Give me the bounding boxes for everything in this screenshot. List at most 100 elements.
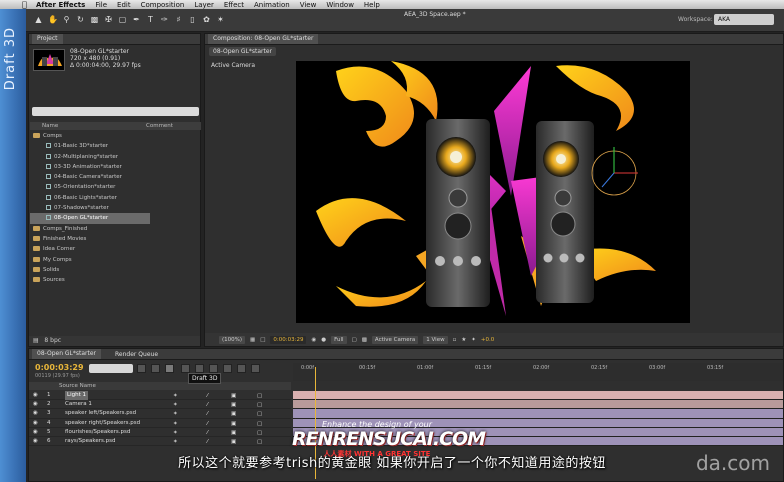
- layer-name[interactable]: Camera 1: [65, 400, 92, 409]
- rectangle-tool-icon[interactable]: ▢: [118, 15, 127, 24]
- project-folder-item[interactable]: Idea Corner: [30, 244, 201, 254]
- menu-effect[interactable]: Effect: [224, 1, 244, 9]
- menu-animation[interactable]: Animation: [254, 1, 290, 9]
- layer-row[interactable]: ◉ 5 flourishes/Speakers.psd ✶ ⁄ ▣ ▢: [29, 428, 291, 437]
- type-tool-icon[interactable]: T: [146, 15, 155, 24]
- view-layout-select[interactable]: 1 View: [423, 335, 448, 344]
- visibility-eye-icon[interactable]: ◉: [33, 400, 38, 409]
- draft-3d-icon[interactable]: [165, 364, 174, 373]
- pan-behind-tool-icon[interactable]: ✠: [104, 15, 113, 24]
- fast-previews-icon[interactable]: ★: [461, 337, 466, 343]
- col-name[interactable]: Name: [30, 123, 146, 129]
- layer-name[interactable]: flourishes/Speakers.psd: [65, 428, 130, 437]
- visibility-eye-icon[interactable]: ◉: [33, 428, 38, 437]
- visibility-eye-icon[interactable]: ◉: [33, 391, 38, 400]
- visibility-eye-icon[interactable]: ◉: [33, 419, 38, 428]
- comp-mini-flowchart-icon[interactable]: [137, 364, 146, 373]
- layer-switches[interactable]: ✶ ⁄ ▣ ▢: [173, 438, 283, 445]
- menu-view[interactable]: View: [300, 1, 317, 9]
- layer-duration-bar[interactable]: [293, 400, 783, 410]
- layer-row[interactable]: ◉ 4 speaker right/Speakers.psd ✶ ⁄ ▣ ▢: [29, 419, 291, 428]
- auto-keyframe-icon[interactable]: [237, 364, 246, 373]
- tab-timeline[interactable]: 08-Open GL*starter: [32, 349, 102, 359]
- zoom-select[interactable]: (100%): [219, 335, 246, 344]
- hide-shy-icon[interactable]: [181, 364, 190, 373]
- resolution-select[interactable]: Full: [331, 335, 347, 344]
- brainstorm-icon[interactable]: [223, 364, 232, 373]
- exposure-value[interactable]: +0.0: [481, 337, 494, 343]
- puppet-tool-icon[interactable]: ✶: [216, 15, 225, 24]
- show-channel-icon[interactable]: ●: [321, 337, 326, 343]
- layer-row[interactable]: ◉ 1 Light 1 ✶ ⁄ ▣ ▢: [29, 391, 291, 401]
- layer-duration-bar[interactable]: [293, 391, 783, 401]
- project-comp-item[interactable]: 03-3D Animation*starter: [30, 162, 201, 172]
- rotate-tool-icon[interactable]: ↻: [76, 15, 85, 24]
- project-comp-item[interactable]: 01-Basic 3D*starter: [30, 141, 201, 151]
- source-name-header[interactable]: Source Name: [59, 383, 96, 389]
- visibility-eye-icon[interactable]: ◉: [33, 437, 38, 446]
- brush-tool-icon[interactable]: ✑: [160, 15, 169, 24]
- workspace-select[interactable]: AKA: [714, 14, 774, 25]
- layer-row[interactable]: ◉ 2 Camera 1 ✶ ⁄ ▣ ▢: [29, 400, 291, 410]
- pen-tool-icon[interactable]: ✒: [132, 15, 141, 24]
- col-comment[interactable]: Comment: [146, 123, 173, 129]
- menu-file[interactable]: File: [95, 1, 107, 9]
- graph-editor-icon[interactable]: [251, 364, 260, 373]
- menu-layer[interactable]: Layer: [194, 1, 214, 9]
- exposure-icon[interactable]: ✦: [471, 337, 476, 343]
- layer-row[interactable]: ◉ 3 speaker left/Speakers.psd ✶ ⁄ ▣ ▢: [29, 409, 291, 419]
- project-folder-item[interactable]: My Comps: [30, 255, 201, 265]
- frame-blending-icon[interactable]: [195, 364, 204, 373]
- transparency-grid-icon[interactable]: ▩: [362, 337, 367, 343]
- toggle-pixel-icon[interactable]: ▫: [453, 337, 457, 343]
- tab-project[interactable]: Project: [32, 34, 63, 44]
- camera-view-select[interactable]: Active Camera: [371, 335, 419, 344]
- eraser-tool-icon[interactable]: ▯: [188, 15, 197, 24]
- project-comp-item[interactable]: 02-Multiplaning*starter: [30, 152, 201, 162]
- tab-render-queue[interactable]: Render Queue: [107, 351, 158, 358]
- project-folder-item[interactable]: Comps_Finished: [30, 224, 201, 234]
- motion-blur-icon[interactable]: [209, 364, 218, 373]
- trash-icon[interactable]: ▤: [33, 337, 39, 344]
- menu-window[interactable]: Window: [326, 1, 354, 9]
- layer-switches[interactable]: ✶ ⁄ ▣ ▢: [173, 392, 283, 399]
- project-comp-item[interactable]: 05-Orientation*starter: [30, 182, 201, 192]
- layer-switches[interactable]: ✶ ⁄ ▣ ▢: [173, 420, 283, 427]
- clone-stamp-tool-icon[interactable]: ♯: [174, 15, 183, 24]
- current-time-display[interactable]: 0:00:03:29: [270, 335, 307, 344]
- project-comp-item[interactable]: 07-Shadows*starter: [30, 203, 201, 213]
- menu-help[interactable]: Help: [364, 1, 380, 9]
- layer-row[interactable]: ◉ 6 rays/Speakers.psd ✶ ⁄ ▣ ▢: [29, 437, 291, 447]
- grid-icon[interactable]: ▦: [250, 337, 255, 343]
- layer-duration-bar[interactable]: [293, 409, 783, 419]
- layer-switches[interactable]: ✶ ⁄ ▣ ▢: [173, 401, 283, 408]
- selection-tool-icon[interactable]: ▲: [34, 15, 43, 24]
- time-ruler[interactable]: 0:00f 00:15f 01:00f 01:15f 02:00f 02:15f 03:00…: [293, 363, 783, 381]
- project-folder-item[interactable]: Solids: [30, 265, 201, 275]
- project-comp-item[interactable]: 04-Basic Camera*starter: [30, 172, 201, 182]
- region-icon[interactable]: ▢: [352, 337, 357, 343]
- project-folder-item[interactable]: Comps: [30, 131, 201, 141]
- layer-name[interactable]: Light 1: [65, 391, 88, 400]
- tab-composition[interactable]: Composition: 08-Open GL*starter: [208, 34, 319, 44]
- apple-icon[interactable]: : [22, 0, 27, 9]
- layer-name[interactable]: speaker right/Speakers.psd: [65, 419, 140, 428]
- zoom-tool-icon[interactable]: ⚲: [62, 15, 71, 24]
- menu-app[interactable]: After Effects: [36, 1, 85, 9]
- project-folder-item[interactable]: Finished Movies: [30, 234, 201, 244]
- project-search-input[interactable]: [32, 107, 199, 116]
- layer-switches[interactable]: ✶ ⁄ ▣ ▢: [173, 429, 283, 436]
- mask-icon[interactable]: □: [260, 337, 265, 343]
- project-folder-item[interactable]: Sources: [30, 275, 201, 285]
- visibility-eye-icon[interactable]: ◉: [33, 409, 38, 418]
- layer-switches[interactable]: ✶ ⁄ ▣ ▢: [173, 410, 283, 417]
- hand-tool-icon[interactable]: ✋: [48, 15, 58, 24]
- menu-edit[interactable]: Edit: [117, 1, 131, 9]
- camera-tool-icon[interactable]: ▩: [90, 15, 99, 24]
- project-comp-item[interactable]: 08-Open GL*starter: [30, 213, 150, 224]
- comp-breadcrumb[interactable]: 08-Open GL*starter: [209, 47, 277, 56]
- live-update-icon[interactable]: [151, 364, 160, 373]
- composition-viewer[interactable]: [296, 61, 690, 323]
- timeline-current-time[interactable]: 0:00:03:29: [35, 363, 84, 372]
- snapshot-icon[interactable]: ◉: [311, 337, 316, 343]
